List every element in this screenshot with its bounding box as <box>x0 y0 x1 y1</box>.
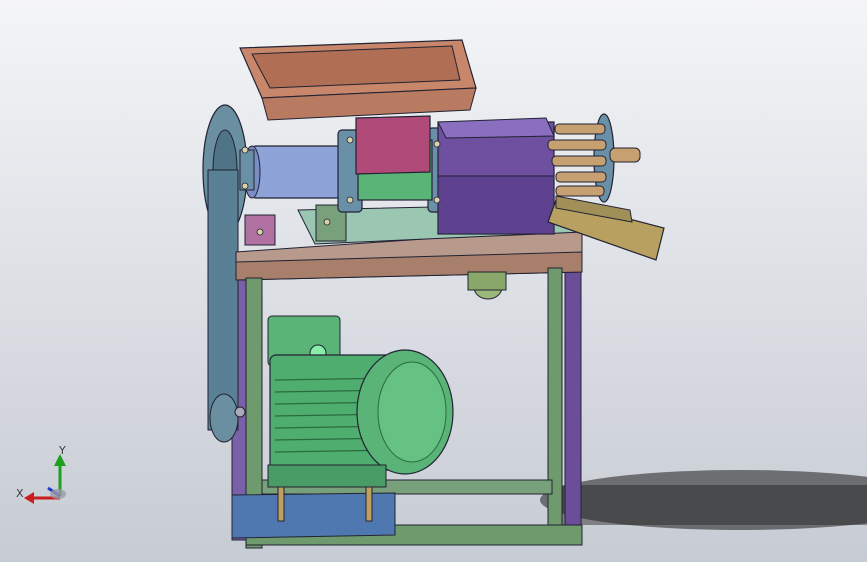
barrel-housing-front <box>437 175 555 235</box>
drive-belt <box>207 169 239 431</box>
motor-feet <box>267 464 387 488</box>
outlet-pipe-body <box>467 271 507 291</box>
frame-leg-back-right <box>564 269 582 526</box>
cad-viewport[interactable]: Y X <box>0 0 867 562</box>
floor-shadow-tail <box>560 485 867 525</box>
extruder-machine-model[interactable] <box>0 0 867 562</box>
die-nozzle <box>609 147 641 163</box>
pulley-hub <box>234 406 246 418</box>
belt-pulley-bottom[interactable] <box>209 393 239 443</box>
hopper-inner <box>251 45 461 89</box>
y-axis-label: Y <box>59 444 66 457</box>
x-axis-label: X <box>16 487 24 500</box>
feed-throat[interactable] <box>355 115 431 175</box>
x-axis-arrowhead <box>24 492 34 504</box>
triad-origin <box>50 489 66 499</box>
barrel-housing-top <box>437 117 555 139</box>
bearing-housing[interactable] <box>249 145 343 199</box>
motor-fan-cover-inner <box>377 361 447 463</box>
